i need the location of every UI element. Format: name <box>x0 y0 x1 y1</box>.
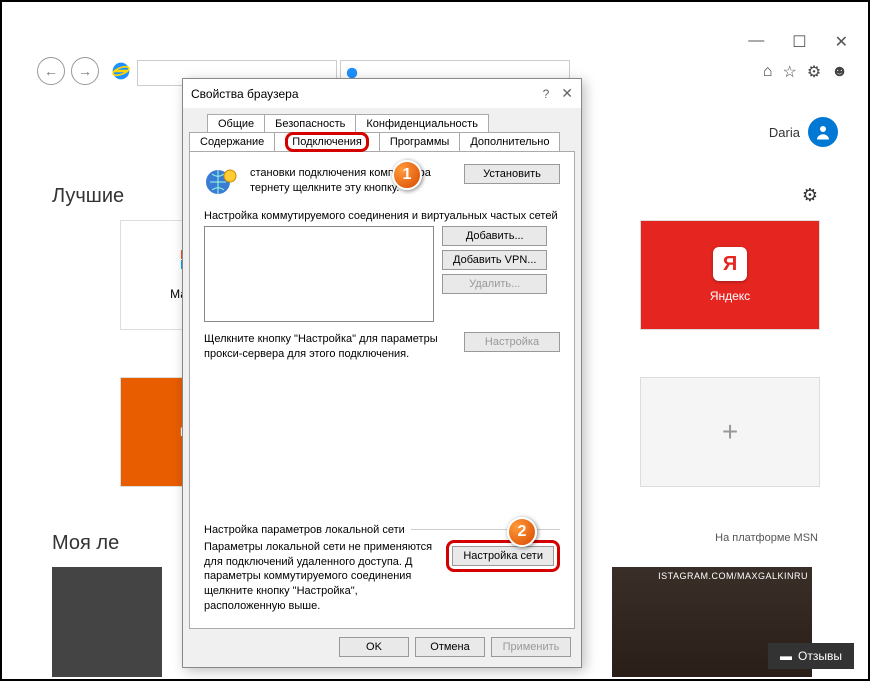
dialog-help-button[interactable]: ? <box>543 87 550 101</box>
chat-icon: ▬ <box>780 649 792 663</box>
user-name: Daria <box>769 125 800 140</box>
tab-connections[interactable]: Подключения <box>274 132 380 151</box>
content-gear-icon[interactable]: ⚙ <box>802 185 818 206</box>
add-vpn-button[interactable]: Добавить VPN... <box>442 250 547 270</box>
connections-listbox[interactable] <box>204 226 434 322</box>
avatar <box>808 117 838 147</box>
close-button[interactable]: ✕ <box>835 32 848 52</box>
ie-logo-icon <box>111 61 131 81</box>
lan-settings-button[interactable]: Настройка сети <box>452 546 554 566</box>
heading-best: Лучшие <box>52 185 124 208</box>
dialog-title: Свойства браузера <box>191 87 543 101</box>
tab-general[interactable]: Общие <box>207 114 265 133</box>
tab-security[interactable]: Безопасность <box>264 114 356 133</box>
dialup-group-label: Настройка коммутируемого соединения и ви… <box>204 210 560 222</box>
tile-add[interactable]: + <box>640 377 820 487</box>
connection-settings-button: Настройка <box>464 332 560 352</box>
tab-advanced[interactable]: Дополнительно <box>459 132 560 151</box>
plus-icon: + <box>722 416 738 448</box>
gear-icon[interactable]: ⚙ <box>807 62 821 82</box>
dialog-tabs: Общие Безопасность Конфиденциальность Со… <box>183 108 581 151</box>
internet-options-dialog: Свойства браузера ? ✕ Общие Безопасность… <box>182 78 582 668</box>
forward-button[interactable]: → <box>71 57 99 85</box>
window-controls: — ☐ ✕ <box>748 32 848 52</box>
remove-button: Удалить... <box>442 274 547 294</box>
feedback-button[interactable]: ▬ Отзывы <box>768 643 854 669</box>
tile-label: Яндекс <box>710 289 750 303</box>
tab-connections-highlight: Подключения <box>285 132 369 152</box>
yandex-logo-icon: Я <box>713 247 747 281</box>
add-button[interactable]: Добавить... <box>442 226 547 246</box>
feed-thumbnail[interactable] <box>52 567 162 677</box>
lan-text: Параметры локальной сети не применяются … <box>204 540 436 614</box>
feedback-label: Отзывы <box>798 649 842 663</box>
user-badge[interactable]: Daria <box>769 117 838 147</box>
nav-bar: ← → <box>37 57 131 85</box>
dialog-close-button[interactable]: ✕ <box>561 85 573 102</box>
heading-feed: Моя ле <box>52 532 119 555</box>
dialog-titlebar: Свойства браузера ? ✕ <box>183 79 581 108</box>
minimize-button[interactable]: — <box>748 32 764 52</box>
smiley-icon[interactable]: ☻ <box>831 63 848 81</box>
toolbar-right: ⌂ ☆ ⚙ ☻ <box>763 62 848 82</box>
setup-text: становки подключения компьютера тернету … <box>250 164 454 196</box>
connections-panel: становки подключения компьютера тернету … <box>189 151 575 629</box>
tile-yandex[interactable]: Я Яндекс <box>640 220 820 330</box>
dialog-footer: OK Отмена Применить <box>183 629 581 667</box>
feed-caption: ISTAGRAM.COM/MAXGALKINRU <box>658 571 808 581</box>
apply-button: Применить <box>491 637 571 657</box>
callout-1: 1 <box>392 160 422 190</box>
home-icon[interactable]: ⌂ <box>763 63 773 81</box>
platform-label: На платформе MSN <box>715 532 818 544</box>
lan-button-highlight: Настройка сети <box>446 540 560 572</box>
favorites-icon[interactable]: ☆ <box>782 62 796 82</box>
back-button[interactable]: ← <box>37 57 65 85</box>
setup-button[interactable]: Установить <box>464 164 560 184</box>
tab-programs[interactable]: Программы <box>379 132 460 151</box>
callout-2: 2 <box>507 517 537 547</box>
tab-content[interactable]: Содержание <box>189 132 275 151</box>
tab-privacy[interactable]: Конфиденциальность <box>355 114 489 133</box>
cancel-button[interactable]: Отмена <box>415 637 485 657</box>
ok-button[interactable]: OK <box>339 637 409 657</box>
proxy-hint: Щелкните кнопку "Настройка" для параметр… <box>204 332 456 362</box>
maximize-button[interactable]: ☐ <box>792 32 806 52</box>
globe-wizard-icon <box>204 164 240 200</box>
